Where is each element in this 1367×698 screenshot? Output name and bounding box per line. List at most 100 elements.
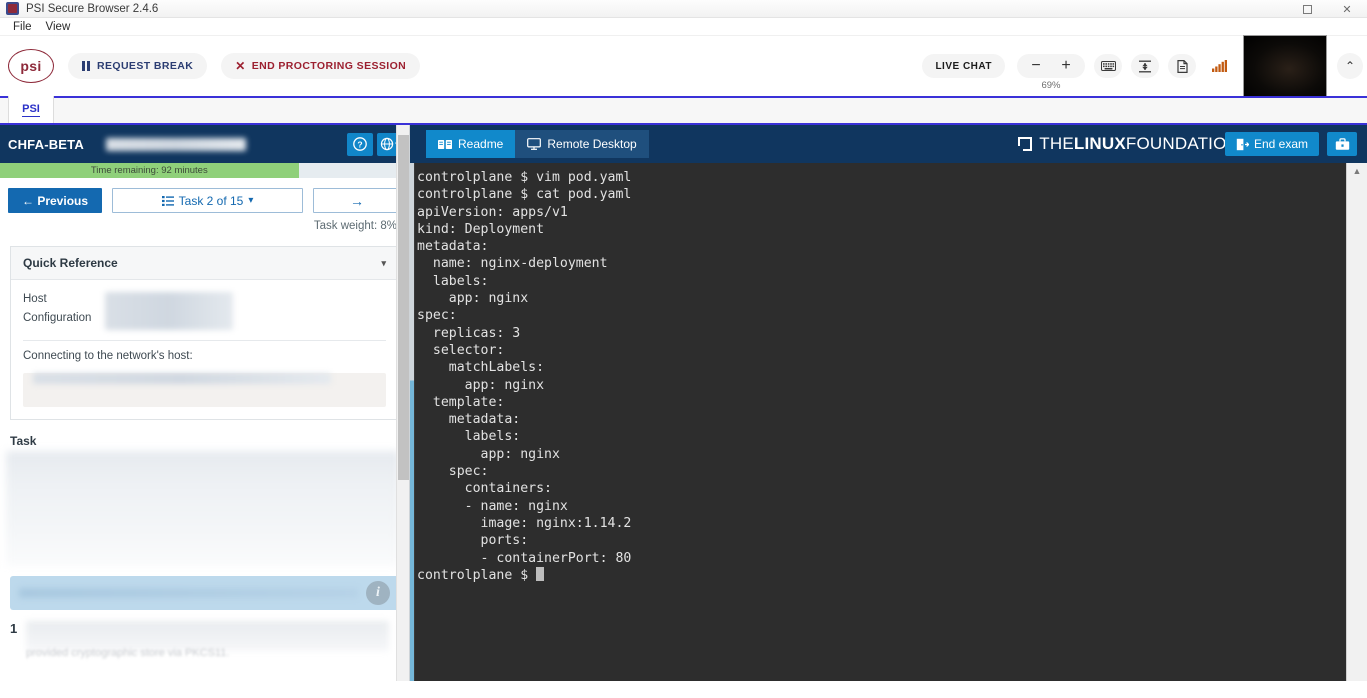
quick-reference-body: Host Configuration Connecting to the net… bbox=[11, 280, 398, 419]
connect-host-label: Connecting to the network's host: bbox=[23, 350, 193, 362]
document-glyph bbox=[1176, 59, 1188, 73]
zoom-out-button[interactable]: − bbox=[1021, 58, 1051, 74]
exam-timer-bar: Time remaining: 92 minutes bbox=[0, 163, 409, 178]
divider bbox=[23, 340, 386, 341]
psi-logo: psi bbox=[8, 48, 54, 83]
chevron-down-icon: ▾ bbox=[381, 257, 386, 268]
close-x-icon: ✕ bbox=[235, 58, 246, 73]
step-number: 1 bbox=[10, 621, 18, 636]
host-label: Host bbox=[23, 293, 47, 305]
zoom-level-label: 69% bbox=[1041, 80, 1061, 91]
quick-reference-title: Quick Reference bbox=[23, 256, 118, 270]
task-selector-label: Task 2 of 15 bbox=[178, 193, 244, 208]
connect-command-redacted bbox=[33, 373, 331, 384]
exam-panel-header: CHFA-BETA ? bbox=[0, 125, 409, 163]
connect-command-box[interactable] bbox=[23, 373, 386, 407]
window-titlebar: PSI Secure Browser 2.4.6 ✕ bbox=[0, 0, 1367, 18]
terminal-cursor bbox=[536, 566, 545, 581]
keyboard-icon[interactable] bbox=[1094, 54, 1122, 78]
terminal-container[interactable]: controlplane $ vim pod.yaml controlplane… bbox=[410, 163, 1346, 681]
browser-tab-psi[interactable]: PSI bbox=[8, 96, 54, 123]
task-description-redacted bbox=[6, 451, 399, 566]
terminal-output: controlplane $ vim pod.yaml controlplane… bbox=[417, 170, 632, 583]
previous-task-button[interactable]: ← Previous bbox=[8, 188, 103, 213]
monitor-icon bbox=[527, 138, 542, 150]
terminal-left-divider bbox=[414, 163, 415, 681]
document-icon[interactable] bbox=[1168, 54, 1196, 78]
end-proctoring-session-button[interactable]: ✕ END PROCTORING SESSION bbox=[221, 52, 421, 79]
exam-code-label: CHFA-BETA bbox=[8, 136, 84, 152]
book-icon bbox=[438, 139, 452, 149]
close-button[interactable]: ✕ bbox=[1327, 0, 1367, 18]
window-title: PSI Secure Browser 2.4.6 bbox=[26, 2, 159, 15]
browser-tabstrip: PSI bbox=[0, 96, 1367, 125]
proctor-toolbar-right: LIVE CHAT − + 69% ⌃ bbox=[922, 35, 1367, 97]
exam-panel-scroll-thumb[interactable] bbox=[398, 135, 409, 480]
maximize-button[interactable] bbox=[1287, 0, 1327, 18]
zoom-in-button[interactable]: + bbox=[1051, 58, 1081, 74]
lf-square-icon bbox=[1018, 137, 1033, 151]
help-icon[interactable]: ? bbox=[347, 132, 373, 156]
end-exam-label: End exam bbox=[1253, 137, 1308, 151]
tab-remote-desktop-label: Remote Desktop bbox=[547, 137, 637, 151]
exit-door-icon bbox=[1236, 138, 1249, 150]
signal-strength-icon[interactable] bbox=[1205, 54, 1233, 78]
briefcase-icon[interactable] bbox=[1327, 132, 1357, 156]
exam-panel: CHFA-BETA ? Time remaining: 92 minutes ←… bbox=[0, 125, 410, 681]
live-chat-button[interactable]: LIVE CHAT bbox=[922, 54, 1005, 78]
lab-panel-scrollbar[interactable]: ▲ bbox=[1346, 163, 1367, 681]
quick-reference-card: Quick Reference ▾ Host Configuration Con… bbox=[10, 246, 399, 420]
window-controls: ✕ bbox=[1287, 0, 1367, 18]
end-proctoring-session-label: END PROCTORING SESSION bbox=[251, 59, 407, 72]
proctor-webcam-preview bbox=[1243, 35, 1327, 97]
next-task-button[interactable]: → bbox=[313, 188, 401, 213]
host-configuration-row: Host Configuration bbox=[23, 290, 386, 330]
tab-readme-label: Readme bbox=[458, 137, 504, 151]
quick-reference-header[interactable]: Quick Reference ▾ bbox=[11, 247, 398, 280]
main-split: CHFA-BETA ? Time remaining: 92 minutes ←… bbox=[0, 125, 1367, 681]
brand-the: THE bbox=[1039, 134, 1074, 153]
list-icon bbox=[161, 195, 174, 206]
pause-icon bbox=[82, 60, 90, 71]
psi-app-icon bbox=[6, 2, 19, 15]
brand-foundation: FOUNDATION bbox=[1125, 134, 1239, 153]
end-exam-button[interactable]: End exam bbox=[1224, 132, 1319, 156]
task-navigation: ← Previous Task 2 of 15 ▾ → bbox=[0, 178, 409, 213]
brand-linux: LINUX bbox=[1073, 134, 1126, 153]
browser-tab-label: PSI bbox=[22, 102, 40, 117]
exam-name-redacted bbox=[105, 137, 246, 151]
task-selector-dropdown[interactable]: Task 2 of 15 ▾ bbox=[112, 188, 303, 213]
step-text-tail: provided cryptographic store via PKCS11. bbox=[26, 647, 230, 659]
lab-tabs: Readme Remote Desktop bbox=[426, 130, 649, 158]
screen-fit-icon[interactable] bbox=[1131, 54, 1159, 78]
task-heading: Task bbox=[10, 434, 37, 448]
host-config-labels: Host Configuration bbox=[23, 290, 105, 328]
terminal-prompt: controlplane $ bbox=[417, 567, 537, 583]
request-break-label: REQUEST BREAK bbox=[97, 59, 194, 72]
zoom-control-group: − + 69% bbox=[1017, 54, 1085, 91]
tab-readme[interactable]: Readme bbox=[426, 130, 516, 158]
info-icon[interactable]: i bbox=[366, 581, 390, 605]
help-circle-glyph: ? bbox=[353, 137, 367, 151]
menu-view[interactable]: View bbox=[39, 20, 78, 34]
exam-panel-scrollbar[interactable] bbox=[396, 125, 409, 681]
lab-panel-header: Readme Remote Desktop THELINUXFOUNDATION bbox=[410, 125, 1367, 163]
time-remaining-label: Time remaining: 92 minutes bbox=[90, 165, 208, 176]
exam-header-buttons: ? bbox=[347, 132, 403, 156]
svg-text:?: ? bbox=[357, 139, 362, 149]
linux-foundation-logo: THELINUXFOUNDATION bbox=[1018, 134, 1239, 154]
collapse-toolbar-button[interactable]: ⌃ bbox=[1337, 53, 1363, 79]
task-weight-label: Task weight: 8% bbox=[313, 220, 397, 232]
tab-remote-desktop[interactable]: Remote Desktop bbox=[515, 130, 649, 158]
task-info-callout: i bbox=[10, 576, 399, 610]
screen-fit-glyph bbox=[1139, 60, 1151, 72]
signal-bars-glyph bbox=[1211, 60, 1227, 72]
scroll-up-icon[interactable]: ▲ bbox=[1353, 166, 1362, 681]
request-break-button[interactable]: REQUEST BREAK bbox=[68, 52, 208, 79]
chevron-down-icon: ▾ bbox=[248, 195, 254, 206]
briefcase-glyph bbox=[1335, 137, 1349, 150]
keyboard-glyph bbox=[1100, 61, 1116, 71]
callout-text-redacted bbox=[19, 588, 358, 598]
menubar: File View bbox=[0, 18, 1367, 36]
menu-file[interactable]: File bbox=[6, 20, 39, 34]
